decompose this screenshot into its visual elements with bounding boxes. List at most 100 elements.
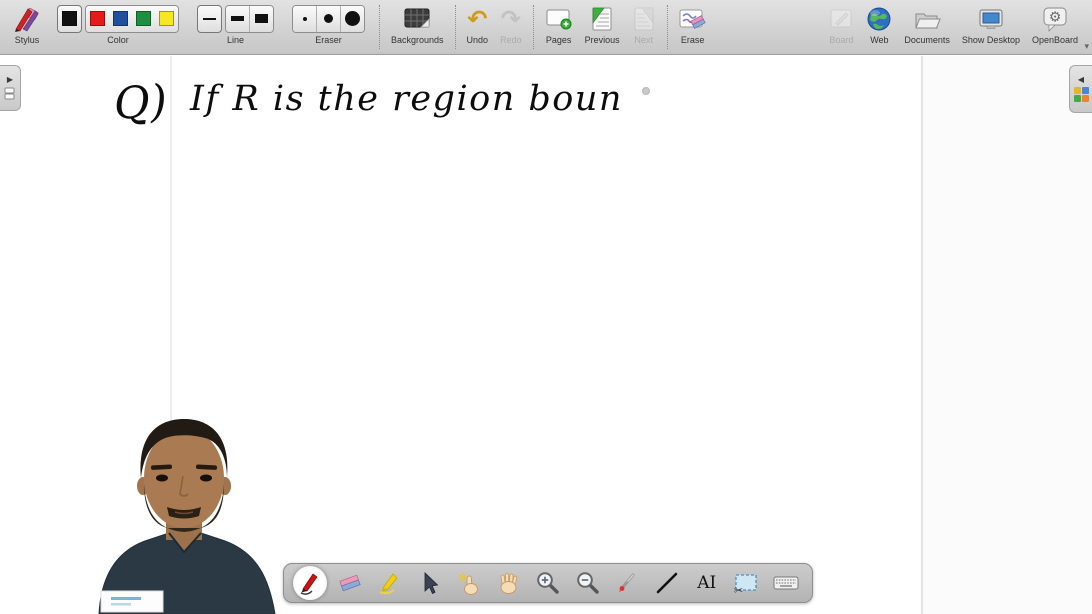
undo-label: Undo: [467, 35, 489, 45]
next-label: Next: [634, 35, 653, 45]
red-swatch-icon: [90, 11, 105, 26]
redo-button: ↷ Redo: [500, 3, 522, 45]
redo-label: Redo: [500, 35, 522, 45]
color-swatch-blue[interactable]: [109, 6, 132, 32]
line-thin-option[interactable]: [197, 5, 222, 33]
pen-tool-button[interactable]: [293, 566, 327, 600]
show-desktop-button[interactable]: Show Desktop: [962, 3, 1020, 45]
whiteboard-canvas[interactable]: Q) If R is the region boun ▶ ◀: [0, 56, 1092, 614]
next-page-button: Next: [632, 3, 656, 45]
webcam-overlay: [83, 412, 285, 614]
toolbar-right-cluster: Board Web: [822, 3, 1084, 45]
scissors-icon: ✂: [734, 584, 743, 596]
color-swatch-black[interactable]: [57, 5, 82, 33]
erase-page-button[interactable]: Erase: [679, 3, 707, 45]
black-swatch-icon: [62, 11, 77, 26]
library-icon: [1074, 87, 1089, 102]
line-tool-button[interactable]: [650, 566, 684, 600]
left-panel-tab[interactable]: ▶: [0, 65, 21, 111]
pointing-hand-icon: [456, 570, 482, 596]
toolbar-overflow-arrow[interactable]: ▾: [1084, 43, 1089, 52]
openboard-gear-icon: ⚙: [1041, 6, 1069, 32]
board-label: Board: [829, 35, 853, 45]
toolbar-separator: [379, 5, 380, 49]
cursor-arrow-icon: [416, 570, 442, 596]
medium-line-icon: [231, 16, 244, 21]
pen-icon: [297, 570, 323, 596]
zoom-in-icon: [535, 570, 561, 596]
openboard-menu-button[interactable]: ⚙ OpenBoard: [1032, 3, 1078, 45]
shirt-badge: [101, 591, 163, 612]
line-group: Line: [197, 3, 274, 45]
next-page-icon: [632, 6, 656, 32]
yellow-swatch-icon: [159, 11, 174, 26]
web-label: Web: [870, 35, 888, 45]
thin-line-icon: [203, 18, 216, 20]
undo-button[interactable]: ↶ Undo: [467, 3, 489, 45]
undo-arrow-icon: ↶: [467, 7, 487, 31]
backgrounds-icon: [403, 7, 431, 31]
line-thick-option[interactable]: [249, 6, 273, 32]
backgrounds-button[interactable]: Backgrounds: [391, 3, 444, 45]
eraser-icon: [337, 570, 363, 596]
zoom-in-tool-button[interactable]: [531, 566, 565, 600]
highlighter-tool-button[interactable]: [372, 566, 406, 600]
highlighter-icon: [376, 570, 402, 596]
text-tool-button[interactable]: AI: [690, 566, 724, 600]
capture-tool-button[interactable]: ✂: [729, 566, 763, 600]
zoom-out-icon: [575, 570, 601, 596]
pages-button[interactable]: Pages: [545, 3, 573, 45]
web-globe-icon: [866, 6, 892, 32]
eraser-large-option[interactable]: [340, 6, 364, 32]
laser-pointer-tool-button[interactable]: [610, 566, 644, 600]
stylus-pens-icon: [12, 5, 42, 33]
stylus-tool-button[interactable]: Stylus: [12, 3, 42, 45]
toolbar-separator: [455, 5, 456, 49]
handwriting-question-number: Q): [112, 75, 169, 130]
blue-swatch-icon: [113, 11, 128, 26]
text-tool-icon: AI: [697, 573, 716, 593]
medium-dot-icon: [324, 14, 333, 23]
line-icon: [654, 570, 680, 596]
openboard-label: OpenBoard: [1032, 35, 1078, 45]
line-medium-option[interactable]: [226, 6, 249, 32]
interact-tool-button[interactable]: [452, 566, 486, 600]
handwriting-line: If R is the region boun: [189, 79, 623, 119]
erase-label: Erase: [681, 35, 705, 45]
zoom-out-tool-button[interactable]: [571, 566, 605, 600]
color-label: Color: [107, 35, 129, 45]
documents-mode-button[interactable]: Documents: [904, 3, 950, 45]
offpage-right-area: [921, 56, 1092, 614]
color-group: Color: [57, 3, 179, 45]
gear-glyph: ⚙: [1049, 9, 1062, 25]
stylus-label: Stylus: [15, 35, 40, 45]
show-desktop-label: Show Desktop: [962, 35, 1020, 45]
expand-left-icon: ◀: [1078, 76, 1084, 84]
previous-label: Previous: [585, 35, 620, 45]
toolbar-separator: [533, 5, 534, 49]
color-swatch-yellow[interactable]: [155, 6, 178, 32]
selector-tool-button[interactable]: [412, 566, 446, 600]
openboard-window: Stylus: [0, 0, 1092, 614]
capture-area-icon: ✂: [733, 570, 759, 596]
line-label: Line: [227, 35, 244, 45]
presenter-portrait: [83, 412, 285, 614]
eraser-tool-button[interactable]: [333, 566, 367, 600]
color-swatch-red[interactable]: [86, 6, 109, 32]
desktop-monitor-icon: [977, 7, 1005, 31]
web-mode-button[interactable]: Web: [866, 3, 892, 45]
keyboard-tool-button[interactable]: [769, 566, 803, 600]
virtual-keyboard-icon: [772, 570, 800, 596]
right-panel-tab[interactable]: ◀: [1069, 65, 1092, 113]
page-stack-icon: [4, 87, 16, 101]
eraser-small-option[interactable]: [293, 6, 316, 32]
color-swatch-green[interactable]: [132, 6, 155, 32]
eraser-group: Eraser: [292, 3, 365, 45]
eraser-label: Eraser: [315, 35, 342, 45]
documents-folder-icon: [913, 7, 941, 31]
top-toolbar: Stylus: [0, 0, 1092, 55]
stylus-palette-toolbar: AI ✂: [283, 563, 813, 603]
pan-tool-button[interactable]: [491, 566, 525, 600]
eraser-medium-option[interactable]: [316, 6, 340, 32]
previous-page-button[interactable]: Previous: [585, 3, 620, 45]
